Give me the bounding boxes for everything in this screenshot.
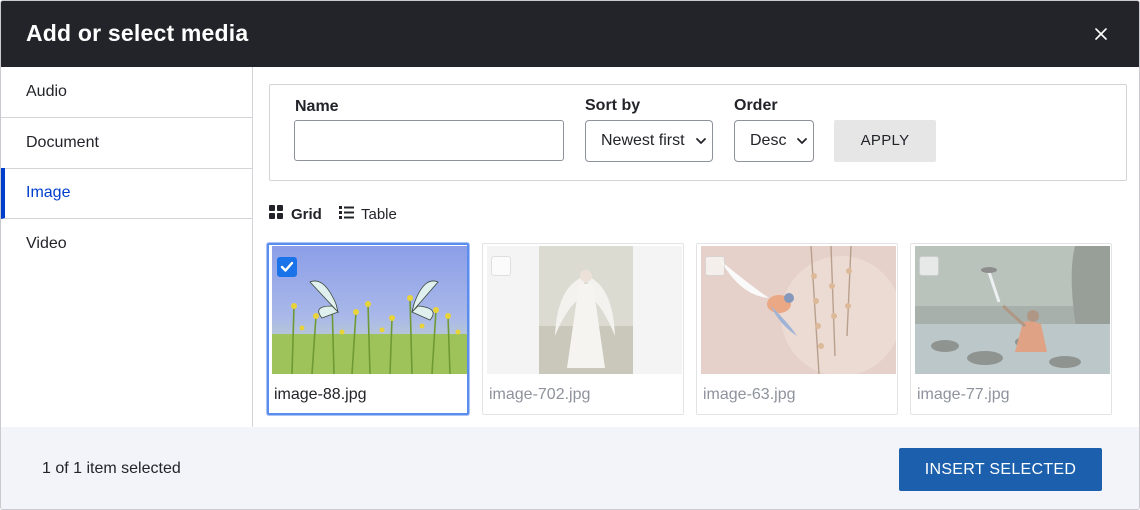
list-icon	[339, 206, 354, 219]
dialog-footer: 1 of 1 item selected INSERT SELECTED	[1, 427, 1139, 509]
chevron-down-icon	[797, 138, 807, 144]
grid-icon	[269, 205, 283, 219]
filter-panel: Name Sort by Newest first Order Desc APP…	[269, 84, 1127, 181]
close-icon	[1095, 28, 1107, 40]
sidebar-tab-video[interactable]: Video	[1, 219, 252, 270]
sidebar-tab-document[interactable]: Document	[1, 118, 252, 169]
media-filename: image-63.jpg	[703, 386, 796, 403]
sort-by-label: Sort by	[585, 97, 641, 114]
media-card-image-63[interactable]: image-63.jpg	[696, 243, 898, 415]
media-browser: Name Sort by Newest first Order Desc APP…	[253, 67, 1139, 427]
insert-selected-button[interactable]: INSERT SELECTED	[899, 448, 1102, 491]
media-filename: image-77.jpg	[917, 386, 1010, 403]
media-card-image-88[interactable]: image-88.jpg	[267, 243, 469, 415]
chevron-down-icon	[696, 138, 706, 144]
sort-by-select[interactable]: Newest first	[585, 120, 713, 162]
angel-thumbnail	[487, 246, 682, 374]
dialog-header: Add or select media	[1, 1, 1139, 67]
selection-count: 1 of 1 item selected	[42, 460, 181, 477]
order-value: Desc	[750, 132, 787, 149]
sidebar-tab-image[interactable]: Image	[1, 168, 252, 219]
media-card-image-702[interactable]: image-702.jpg	[482, 243, 684, 415]
order-label: Order	[734, 97, 778, 114]
media-type-sidebar: Audio Document Image Video	[1, 67, 253, 427]
name-filter-input[interactable]	[294, 120, 564, 161]
apply-button[interactable]: APPLY	[834, 120, 936, 162]
sidebar-tab-audio[interactable]: Audio	[1, 67, 252, 118]
media-checkbox[interactable]	[491, 256, 511, 276]
close-button[interactable]	[1089, 22, 1113, 46]
media-filename: image-88.jpg	[274, 386, 367, 403]
media-checkbox[interactable]	[705, 256, 725, 276]
table-view-label: Table	[361, 206, 397, 223]
checkmark-icon	[280, 261, 294, 272]
media-dialog: Add or select media Audio Document Image…	[0, 0, 1140, 510]
media-filename: image-702.jpg	[489, 386, 591, 403]
monk-thumbnail	[915, 246, 1110, 374]
bird-thumbnail	[701, 246, 896, 374]
media-card-image-77[interactable]: image-77.jpg	[910, 243, 1112, 415]
dialog-title: Add or select media	[26, 20, 249, 46]
media-checkbox[interactable]	[919, 256, 939, 276]
media-thumbnail	[701, 246, 896, 374]
order-select[interactable]: Desc	[734, 120, 814, 162]
butterflies-thumbnail	[272, 246, 467, 374]
media-thumbnail	[272, 246, 467, 374]
name-filter-label: Name	[295, 98, 339, 115]
media-thumbnail	[915, 246, 1110, 374]
grid-view-label: Grid	[291, 206, 322, 223]
media-thumbnail	[487, 246, 682, 374]
sort-by-value: Newest first	[601, 132, 685, 149]
media-checkbox[interactable]	[277, 257, 297, 277]
